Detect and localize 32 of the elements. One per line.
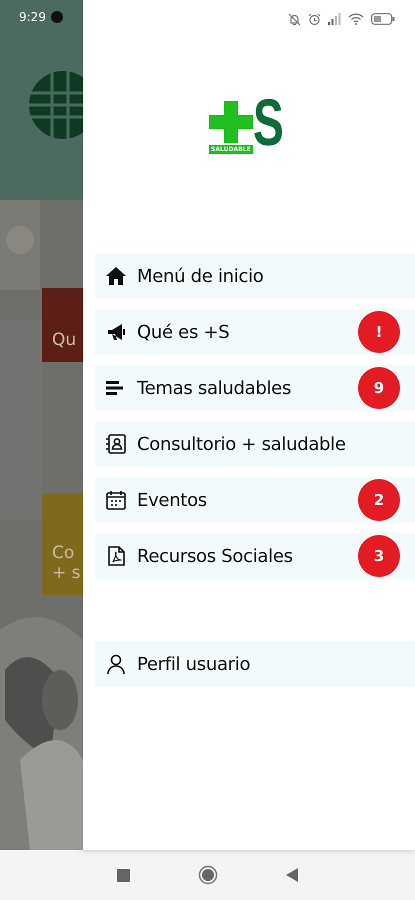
recent-apps-icon[interactable] (117, 868, 130, 882)
megaphone-icon (105, 321, 127, 343)
notification-badge: 2 (358, 479, 400, 521)
alarm-icon (308, 12, 321, 26)
bell-off-icon (288, 12, 301, 26)
menu-item[interactable]: Consultorio + saludable (95, 421, 415, 467)
wifi-icon (348, 13, 364, 25)
battery-icon (371, 13, 395, 25)
pdf-file-icon (105, 545, 127, 567)
menu-item[interactable]: Recursos Sociales 3 (95, 533, 415, 579)
card-text: Qu (51, 330, 76, 350)
logo-letter: S (253, 89, 284, 155)
calendar-icon (105, 489, 127, 511)
user-icon (105, 653, 127, 675)
card-text: + s (51, 563, 81, 583)
notification-badge: ! (358, 311, 400, 353)
menu-item[interactable]: Menú de inicio (95, 253, 415, 299)
menu-item[interactable]: Eventos 2 (95, 477, 415, 523)
notification-icon (50, 11, 63, 23)
plus-icon (209, 101, 253, 143)
menu-item[interactable]: Qué es +S ! (95, 309, 415, 355)
menu-item[interactable]: Temas saludables 9 (95, 365, 415, 411)
home-icon[interactable] (198, 865, 218, 885)
back-icon[interactable] (286, 868, 298, 882)
status-time: 9:29 (19, 10, 46, 24)
menu-item[interactable]: Perfil usuario (95, 641, 415, 687)
notification-badge: 9 (358, 367, 400, 409)
signal-icon (328, 13, 341, 25)
home-icon (105, 265, 127, 287)
card-text: Co (51, 543, 74, 563)
contact-card-icon (105, 433, 127, 455)
notification-badge: 3 (358, 535, 400, 577)
